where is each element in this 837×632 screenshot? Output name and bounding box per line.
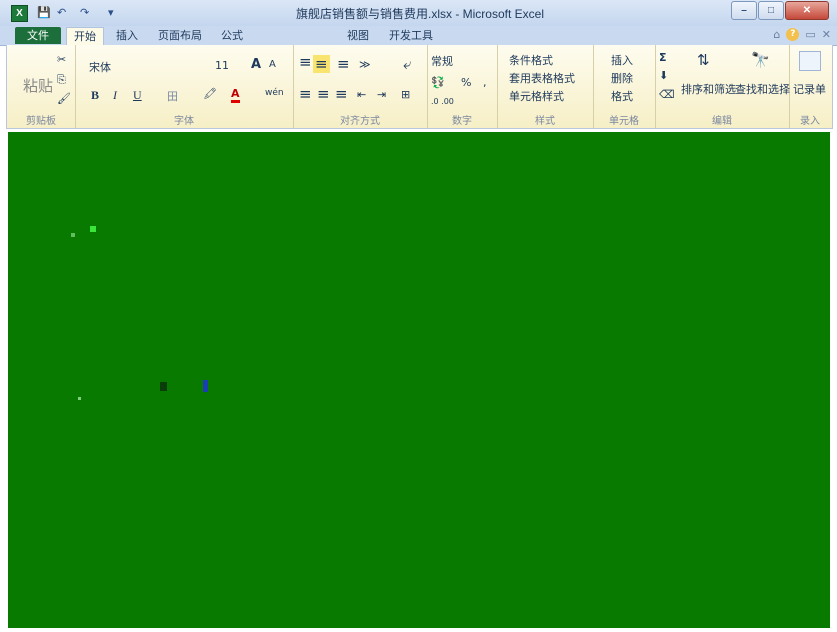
clipboard-group: 粘贴 ✂ ⎘ 🖌 剪贴板 xyxy=(7,45,76,128)
editing-group: Σ ⬇ ⌫ ⇅ 排序和筛选 🔭 查找和选择 编辑 xyxy=(655,45,790,128)
ribbon: 粘贴 ✂ ⎘ 🖌 剪贴板 宋体 11 A A B I U 田 🖍 A wén 字… xyxy=(6,45,833,129)
window-title: 旗舰店销售额与销售费用.xlsx - Microsoft Excel xyxy=(295,7,545,21)
paste-button[interactable]: 粘贴 xyxy=(23,75,53,96)
sort-filter-icon: ⇅ xyxy=(697,51,710,69)
merge-center-button[interactable]: ⊞ xyxy=(401,88,410,101)
tab-view[interactable]: 视图 xyxy=(341,27,375,44)
excel-app-icon[interactable]: X xyxy=(11,5,28,22)
artifact-mark xyxy=(203,380,208,392)
delete-cells-button[interactable]: 删除 xyxy=(611,70,633,86)
styles-group: 条件格式 套用表格格式 单元格样式 样式 xyxy=(497,45,594,128)
italic-button[interactable]: I xyxy=(113,88,117,103)
find-select-icon: 🔭 xyxy=(751,51,770,69)
redo-icon[interactable]: ↷ xyxy=(80,5,89,20)
border-button[interactable]: 田 xyxy=(167,88,178,104)
tab-page-layout[interactable]: 页面布局 xyxy=(153,27,207,44)
artifact-mark xyxy=(71,233,75,237)
shrink-font-button[interactable]: A xyxy=(269,59,276,70)
tab-formulas[interactable]: 公式 xyxy=(215,27,249,44)
save-icon[interactable]: 💾 xyxy=(37,5,51,20)
grow-font-button[interactable]: A xyxy=(251,57,261,72)
window-controls: – □ ✕ xyxy=(730,1,829,20)
increase-decimal-button[interactable]: .0 .00 xyxy=(431,97,454,106)
number-format-select[interactable]: 常规 xyxy=(431,53,453,69)
find-select-button[interactable]: 查找和选择 xyxy=(735,81,790,97)
currency-button[interactable]: 💱 xyxy=(431,76,445,89)
font-group: 宋体 11 A A B I U 田 🖍 A wén 字体 xyxy=(75,45,294,128)
format-as-table-button[interactable]: 套用表格格式 xyxy=(509,70,575,86)
clear-button[interactable]: ⌫ xyxy=(659,88,675,101)
orientation-button[interactable]: ≫ xyxy=(359,58,371,71)
cells-group: 插入 删除 格式 单元格 xyxy=(593,45,656,128)
align-right-button[interactable]: ≡ xyxy=(335,85,348,103)
alignment-label: 对齐方式 xyxy=(340,116,380,127)
font-size-select[interactable]: 11 xyxy=(215,59,229,72)
minimize-ribbon-icon[interactable]: ⌂ xyxy=(773,28,780,41)
worksheet-area[interactable] xyxy=(8,132,830,628)
number-group: 常规 💱 % , .0 .00 数字 xyxy=(427,45,498,128)
autosum-button[interactable]: Σ xyxy=(659,51,667,64)
phonetic-button[interactable]: wén xyxy=(265,88,284,98)
align-middle-button[interactable]: ≡ xyxy=(313,55,330,73)
tab-developer[interactable]: 开发工具 xyxy=(385,27,437,44)
align-bottom-button[interactable]: ≡ xyxy=(337,55,350,73)
minimize-button[interactable]: – xyxy=(731,1,757,20)
undo-icon[interactable]: ↶ xyxy=(57,5,66,20)
percent-button[interactable]: % xyxy=(461,76,471,89)
styles-label: 样式 xyxy=(535,116,555,127)
artifact-mark xyxy=(90,226,96,232)
align-left-button[interactable]: ≡ xyxy=(299,85,312,103)
ribbon-right-icons: ⌂ ? ▭ ✕ xyxy=(773,28,831,41)
tab-insert[interactable]: 插入 xyxy=(110,27,144,44)
record-label: 录入 xyxy=(800,116,820,127)
sort-filter-button[interactable]: 排序和筛选 xyxy=(681,81,736,97)
format-painter-icon[interactable]: 🖌 xyxy=(57,92,71,105)
wrap-text-button[interactable]: ⤶ xyxy=(403,55,411,73)
fill-color-button[interactable]: 🖍 xyxy=(203,87,217,100)
maximize-button[interactable]: □ xyxy=(758,1,784,20)
insert-cells-button[interactable]: 插入 xyxy=(611,52,633,68)
editing-label: 编辑 xyxy=(712,116,732,127)
bold-button[interactable]: B xyxy=(91,88,99,103)
underline-button[interactable]: U xyxy=(133,88,142,103)
decrease-indent-button[interactable]: ⇤ xyxy=(357,88,366,101)
increase-indent-button[interactable]: ⇥ xyxy=(377,88,386,101)
restore-icon[interactable]: ▭ xyxy=(805,28,815,41)
help-icon[interactable]: ? xyxy=(786,28,800,41)
copy-icon[interactable]: ⎘ xyxy=(57,73,66,87)
window-close-icon[interactable]: ✕ xyxy=(822,28,831,41)
font-color-button[interactable]: A xyxy=(231,87,240,103)
close-button[interactable]: ✕ xyxy=(785,1,829,20)
title-bar: X 💾 ↶ ↷ ▾ 旗舰店销售额与销售费用.xlsx - Microsoft E… xyxy=(0,0,837,26)
number-label: 数字 xyxy=(452,116,472,127)
cell-styles-button[interactable]: 单元格样式 xyxy=(509,88,564,104)
record-group: 记录单 录入 xyxy=(789,45,831,128)
tab-home[interactable]: 开始 xyxy=(66,27,104,45)
cells-label: 单元格 xyxy=(609,116,639,127)
align-top-button[interactable]: ≡ xyxy=(299,53,312,71)
fill-button[interactable]: ⬇ xyxy=(659,69,668,82)
artifact-mark xyxy=(78,397,81,400)
font-label: 字体 xyxy=(174,116,194,127)
format-cells-button[interactable]: 格式 xyxy=(611,88,633,104)
cut-icon[interactable]: ✂ xyxy=(57,53,66,66)
alignment-group: ≡ ≡ ≡ ≫ ⤶ ≡ ≡ ≡ ⇤ ⇥ ⊞ 对齐方式 xyxy=(293,45,428,128)
align-center-button[interactable]: ≡ xyxy=(317,85,330,103)
form-icon xyxy=(799,51,821,71)
comma-button[interactable]: , xyxy=(483,76,487,89)
record-form-button[interactable]: 记录单 xyxy=(793,81,826,97)
tab-file[interactable]: 文件 xyxy=(15,27,61,44)
customize-qat-icon[interactable]: ▾ xyxy=(108,5,114,20)
conditional-format-button[interactable]: 条件格式 xyxy=(509,52,553,68)
font-name-select[interactable]: 宋体 xyxy=(89,59,111,75)
ribbon-tabs: 文件 开始 插入 页面布局 公式 视图 开发工具 ⌂ ? ▭ ✕ xyxy=(0,26,837,46)
clipboard-label: 剪贴板 xyxy=(26,116,56,127)
artifact-mark xyxy=(160,382,167,391)
